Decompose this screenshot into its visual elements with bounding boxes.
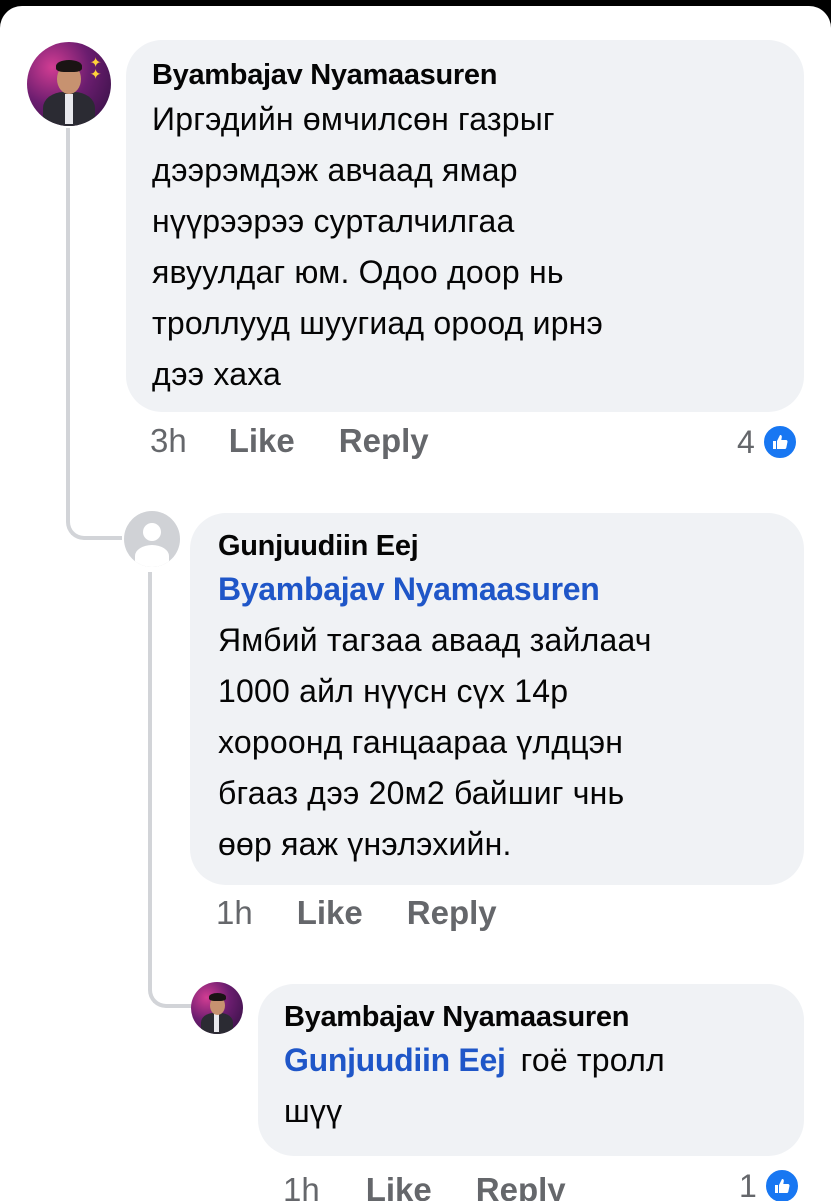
comment-text-line: Byambajav Nyamaasuren (218, 564, 784, 615)
avatar[interactable] (124, 511, 180, 567)
comment-bubble[interactable]: Byambajav Nyamaasuren Gunjuudiin Eej гоё… (258, 984, 804, 1156)
comment-text-line: нүүрээрээ сурталчилгаа (152, 203, 515, 239)
thumbs-up-icon (762, 1167, 801, 1201)
comment-text-line: дээрэмдэж авчаад ямар (152, 152, 518, 188)
avatar[interactable] (191, 982, 243, 1034)
comment-text-line: хороонд ганцаараа үлдцэн (218, 724, 624, 760)
comment-author[interactable]: Gunjuudiin Eej (218, 528, 784, 564)
comment-text-line: Иргэдийн өмчилсөн газрыг (152, 101, 555, 137)
comment-text: Gunjuudiin Eej гоё тролл шүү (284, 1035, 784, 1137)
comment-text-line: шүү (284, 1093, 343, 1129)
comment-text: Иргэдийн өмчилсөн газрыг дээрэмдэж авчаа… (152, 94, 782, 400)
like-button[interactable]: Like (229, 422, 295, 460)
comment-author[interactable]: Byambajav Nyamaasuren (152, 57, 782, 93)
comment-text: Byambajav Nyamaasuren Ямбий тагзаа аваад… (218, 564, 784, 870)
comment-time[interactable]: 3h (150, 422, 187, 460)
reply-button[interactable]: Reply (339, 422, 429, 460)
like-button[interactable]: Like (366, 1171, 432, 1201)
comment-bubble[interactable]: Gunjuudiin Eej Byambajav Nyamaasuren Ямб… (190, 513, 804, 885)
comment-meta: 1h Like Reply (283, 1168, 566, 1201)
comment-meta: 3h Like Reply (150, 419, 429, 463)
reply-button[interactable]: Reply (407, 894, 497, 932)
comment-meta: 1h Like Reply (216, 891, 497, 935)
avatar[interactable]: ✦✦ (27, 42, 111, 126)
comment-text-line: өөр яаж үнэлэхийн. (218, 826, 512, 862)
comment-time[interactable]: 1h (283, 1171, 320, 1201)
avatar-shirt (65, 94, 73, 124)
comment-text-line: бгааз дээ 20м2 байшиг чнь (218, 775, 625, 811)
comment-text-line: Ямбий тагзаа аваад зайлаач (218, 622, 652, 658)
thread-connector-line (66, 128, 122, 540)
mention-link[interactable]: Gunjuudiin Eej (284, 1042, 506, 1078)
avatar-hair (209, 993, 226, 1001)
comment-text-segment: гоё тролл (520, 1042, 665, 1078)
avatar-hair (56, 60, 82, 72)
avatar-shirt (214, 1014, 219, 1032)
default-avatar-head (143, 523, 161, 541)
reply-button[interactable]: Reply (476, 1171, 566, 1201)
thumbs-up-icon (760, 423, 799, 461)
reaction-summary[interactable]: 1 (739, 1166, 801, 1201)
mention-link[interactable]: Byambajav Nyamaasuren (218, 571, 600, 607)
comment-text-line: дээ хаха (152, 356, 282, 392)
reaction-count: 1 (739, 1167, 757, 1201)
thread-connector-line (148, 572, 194, 1008)
comment-author[interactable]: Byambajav Nyamaasuren (284, 999, 784, 1035)
reaction-summary[interactable]: 4 (737, 422, 799, 462)
comment-time[interactable]: 1h (216, 894, 253, 932)
default-avatar-body (135, 545, 169, 567)
reaction-count: 4 (737, 423, 755, 460)
like-button[interactable]: Like (297, 894, 363, 932)
comment-thread: ✦✦ Byambajav Nyamaasuren Иргэдийн өмчилс… (0, 6, 831, 1201)
neon-sign-decoration: ✦✦ (86, 56, 103, 80)
comment-bubble[interactable]: Byambajav Nyamaasuren Иргэдийн өмчилсөн … (126, 40, 804, 412)
comment-text-line: 1000 айл нүүсн сүх 14р (218, 673, 569, 709)
comment-text-line: явуулдаг юм. Одоо доор нь (152, 254, 564, 290)
comment-text-line: Gunjuudiin Eej гоё тролл (284, 1035, 784, 1086)
comment-text-line: троллууд шуугиад ороод ирнэ (152, 305, 604, 341)
